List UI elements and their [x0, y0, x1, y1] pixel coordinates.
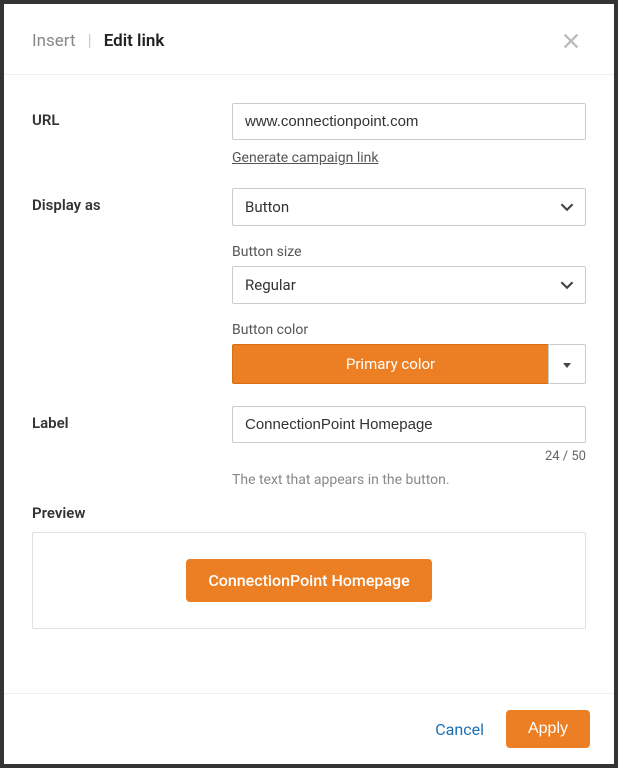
preview-box: ConnectionPoint Homepage	[32, 532, 586, 629]
button-color-label: Button color	[232, 322, 586, 338]
generate-campaign-link[interactable]: Generate campaign link	[232, 150, 378, 166]
label-row: Label 24 / 50 The text that appears in t…	[32, 406, 586, 488]
preview-button[interactable]: ConnectionPoint Homepage	[186, 559, 431, 602]
tab-separator: |	[88, 31, 92, 51]
edit-link-dialog: Insert | Edit link URL Generate campaign…	[4, 4, 614, 764]
button-size-label: Button size	[232, 244, 586, 260]
close-icon	[560, 30, 582, 52]
url-label: URL	[32, 103, 232, 129]
button-color-dropdown[interactable]	[548, 344, 586, 384]
label-field-label: Label	[32, 406, 232, 432]
label-helper-text: The text that appears in the button.	[232, 472, 586, 488]
cancel-button[interactable]: Cancel	[435, 720, 484, 739]
dialog-header: Insert | Edit link	[4, 4, 614, 75]
display-as-row: Display as Button Button size Regular Bu…	[32, 188, 586, 384]
button-size-select[interactable]: Regular	[232, 266, 586, 304]
display-as-select[interactable]: Button	[232, 188, 586, 226]
button-color-picker: Primary color	[232, 344, 586, 384]
tab-edit-link[interactable]: Edit link	[104, 31, 165, 51]
dialog-scroll-area[interactable]: Insert | Edit link URL Generate campaign…	[4, 4, 614, 693]
display-as-label: Display as	[32, 188, 232, 214]
url-row: URL Generate campaign link	[32, 103, 586, 166]
label-char-counter: 24 / 50	[232, 449, 586, 464]
tab-insert[interactable]: Insert	[32, 31, 76, 51]
dialog-body: URL Generate campaign link Display as Bu…	[4, 75, 614, 659]
tab-group: Insert | Edit link	[32, 31, 164, 51]
url-input[interactable]	[232, 103, 586, 140]
label-input[interactable]	[232, 406, 586, 443]
dialog-footer: Cancel Apply	[4, 693, 614, 764]
caret-down-icon	[562, 355, 572, 374]
close-button[interactable]	[556, 26, 586, 56]
preview-label: Preview	[32, 504, 586, 522]
apply-button[interactable]: Apply	[506, 710, 590, 748]
button-color-value[interactable]: Primary color	[232, 344, 548, 384]
